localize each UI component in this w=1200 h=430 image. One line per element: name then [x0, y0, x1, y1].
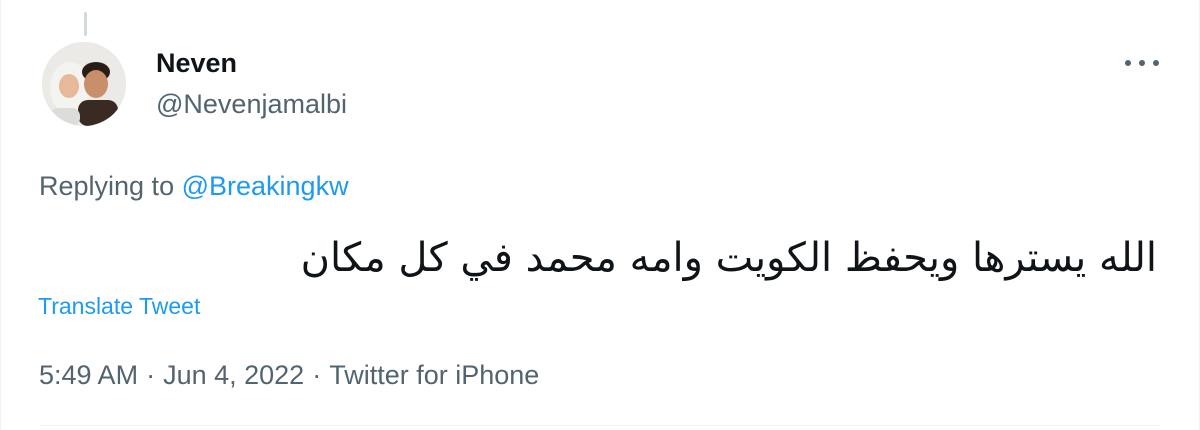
replying-to-mention-link[interactable]: @Breakingkw	[182, 171, 349, 201]
author-handle[interactable]: @Nevenjamalbi	[156, 85, 347, 123]
tweet-date[interactable]: Jun 4, 2022	[163, 360, 304, 390]
thread-connector-line	[84, 12, 87, 36]
tweet-author[interactable]: Neven @Nevenjamalbi	[156, 44, 347, 123]
tweet-text: الله يسترها ويحفظ الكويت وامه محمد في كل…	[300, 235, 1157, 281]
replying-to-line: Replying to @Breakingkw	[39, 168, 349, 204]
more-dot	[1139, 60, 1145, 66]
tweet-source[interactable]: Twitter for iPhone	[329, 360, 539, 390]
more-dot	[1153, 60, 1159, 66]
author-display-name[interactable]: Neven	[156, 44, 347, 82]
avatar[interactable]	[42, 42, 126, 126]
meta-separator: ·	[312, 360, 322, 390]
replying-prefix: Replying to	[39, 171, 182, 201]
tweet-card: Neven @Nevenjamalbi Replying to @Breakin…	[0, 0, 1200, 430]
translate-tweet-link[interactable]: Translate Tweet	[38, 290, 200, 322]
avatar-photo	[42, 42, 126, 126]
more-dot	[1125, 60, 1131, 66]
meta-separator: ·	[146, 360, 156, 390]
more-horizontal-icon[interactable]	[1125, 56, 1159, 70]
tweet-time[interactable]: 5:49 AM	[39, 360, 138, 390]
divider	[39, 425, 1161, 426]
tweet-metadata: 5:49 AM · Jun 4, 2022 · Twitter for iPhone	[39, 356, 539, 394]
